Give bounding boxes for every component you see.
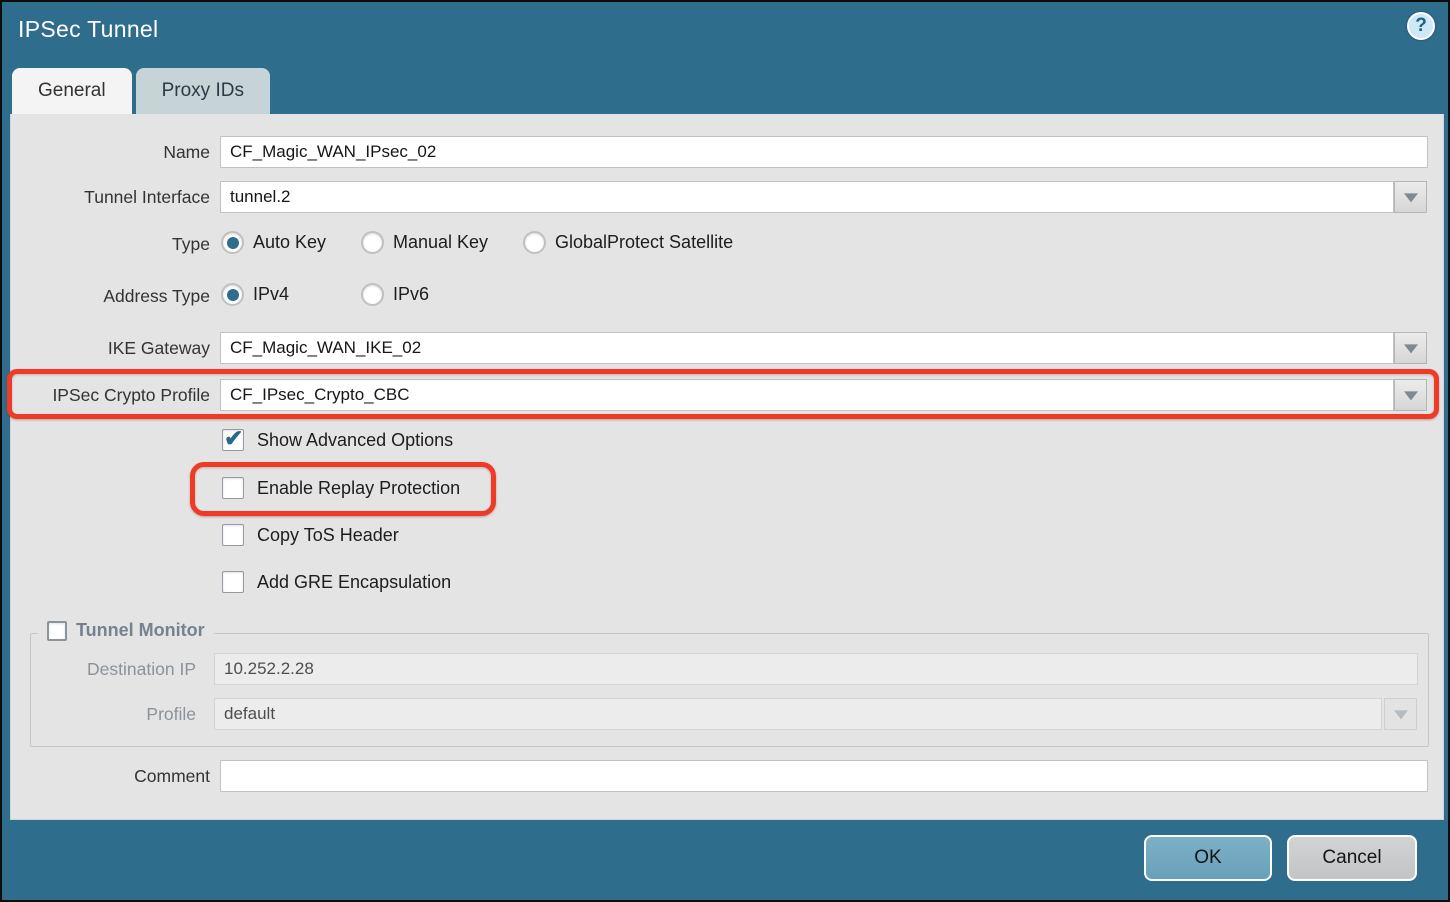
ipsec-crypto-profile-dropdown-button[interactable]: [1394, 379, 1427, 411]
tunnel-monitor-fieldset: Tunnel Monitor Destination IP Profile: [30, 633, 1429, 747]
chevron-down-icon: [1404, 344, 1418, 353]
help-icon[interactable]: ?: [1407, 12, 1435, 40]
profile-row: Profile: [31, 698, 1428, 730]
name-input[interactable]: [220, 136, 1428, 168]
name-label: Name: [11, 136, 210, 168]
ipsec-crypto-profile-label: IPSec Crypto Profile: [11, 379, 210, 411]
address-type-label: Address Type: [11, 283, 210, 315]
checkbox-copy-tos-header[interactable]: Copy ToS Header: [222, 524, 399, 546]
checkbox-icon[interactable]: [222, 571, 244, 593]
chevron-down-icon: [1394, 710, 1408, 719]
tab-bar: General Proxy IDs: [12, 68, 270, 114]
checkbox-icon[interactable]: [222, 477, 244, 499]
chevron-down-icon: [1404, 193, 1418, 202]
destination-ip-row: Destination IP: [31, 653, 1428, 685]
profile-input: [214, 698, 1382, 730]
radio-ipv6[interactable]: IPv6: [361, 283, 429, 306]
dialog-title: IPSec Tunnel: [18, 16, 158, 43]
tab-proxy-ids[interactable]: Proxy IDs: [136, 68, 270, 114]
tunnel-monitor-toggle[interactable]: Tunnel Monitor: [38, 620, 214, 641]
checkbox-icon[interactable]: [47, 621, 67, 641]
checkbox-icon[interactable]: [222, 429, 244, 451]
ike-gateway-dropdown-button[interactable]: [1394, 332, 1427, 364]
ipsec-tunnel-dialog: IPSec Tunnel ? General Proxy IDs Name Tu…: [0, 0, 1450, 902]
comment-input[interactable]: [220, 760, 1428, 792]
radio-auto-key[interactable]: Auto Key: [221, 231, 326, 254]
chevron-down-icon: [1404, 391, 1418, 400]
type-label: Type: [11, 231, 210, 263]
radio-ipv4[interactable]: IPv4: [221, 283, 289, 306]
tunnel-interface-row: Tunnel Interface: [11, 181, 1443, 213]
checkbox-icon[interactable]: [222, 524, 244, 546]
profile-dropdown-button: [1384, 698, 1417, 730]
ipsec-crypto-profile-input[interactable]: [220, 379, 1394, 411]
radio-icon[interactable]: [523, 231, 546, 254]
type-row: Type Auto Key Manual Key GlobalProtect S…: [11, 231, 1443, 257]
comment-row: Comment: [11, 760, 1443, 792]
ike-gateway-row: IKE Gateway: [11, 332, 1443, 364]
cancel-button[interactable]: Cancel: [1287, 835, 1417, 881]
radio-icon[interactable]: [361, 231, 384, 254]
radio-icon[interactable]: [221, 283, 244, 306]
ok-button[interactable]: OK: [1144, 835, 1272, 881]
ipsec-crypto-profile-row: IPSec Crypto Profile: [11, 379, 1443, 411]
destination-ip-label: Destination IP: [31, 653, 196, 685]
ike-gateway-label: IKE Gateway: [11, 332, 210, 364]
tunnel-interface-input[interactable]: [220, 181, 1394, 213]
checkbox-add-gre-encapsulation[interactable]: Add GRE Encapsulation: [222, 571, 451, 593]
checkbox-enable-replay-protection[interactable]: Enable Replay Protection: [222, 477, 460, 499]
radio-manual-key[interactable]: Manual Key: [361, 231, 488, 254]
checkbox-show-advanced-options[interactable]: Show Advanced Options: [222, 429, 453, 451]
tunnel-interface-dropdown-button[interactable]: [1394, 181, 1427, 213]
general-tab-panel: Name Tunnel Interface Type Auto Key Manu…: [10, 114, 1444, 820]
destination-ip-input: [214, 653, 1418, 685]
comment-label: Comment: [11, 760, 210, 792]
radio-icon[interactable]: [221, 231, 244, 254]
radio-globalprotect-satellite[interactable]: GlobalProtect Satellite: [523, 231, 733, 254]
name-row: Name: [11, 136, 1443, 168]
radio-icon[interactable]: [361, 283, 384, 306]
profile-label: Profile: [31, 698, 196, 730]
tunnel-interface-label: Tunnel Interface: [11, 181, 210, 213]
ike-gateway-input[interactable]: [220, 332, 1394, 364]
address-type-row: Address Type IPv4 IPv6: [11, 283, 1443, 309]
tab-general[interactable]: General: [12, 68, 132, 114]
